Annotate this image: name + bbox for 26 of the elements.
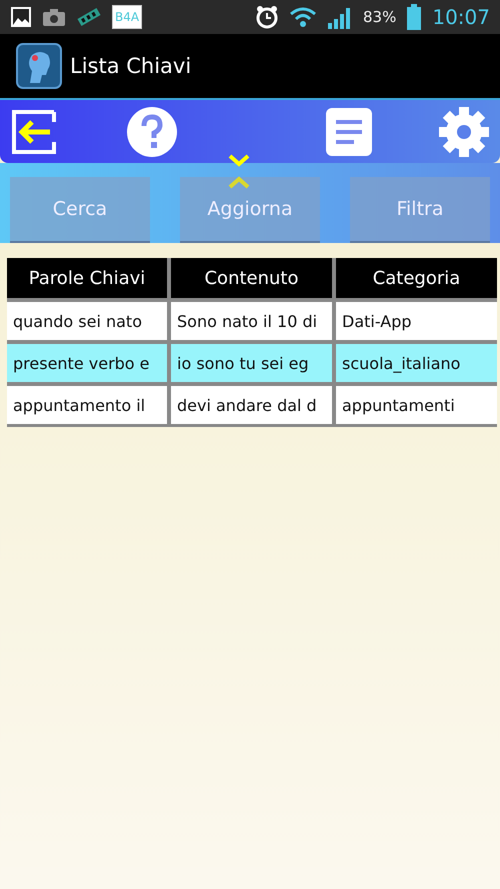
column-header: Parole Chiavi	[7, 258, 167, 298]
app-icon	[16, 43, 62, 89]
battery-percent: 83%	[363, 8, 396, 26]
table-cell[interactable]: io sono tu sei eg	[171, 344, 332, 382]
table-cell[interactable]: devi andare dal d	[171, 386, 332, 424]
help-icon[interactable]	[126, 106, 178, 158]
table-cell[interactable]: appuntamento il	[7, 386, 167, 424]
column-header: Contenuto	[171, 258, 332, 298]
table-cell[interactable]: appuntamenti	[336, 386, 497, 424]
column-header: Categoria	[336, 258, 497, 298]
table-cell[interactable]: quando sei nato	[7, 302, 167, 340]
table-cell[interactable]: presente verbo e	[7, 344, 167, 382]
settings-icon[interactable]	[438, 106, 490, 158]
table-cell[interactable]: Sono nato il 10 di	[171, 302, 332, 340]
wifi-icon	[289, 6, 318, 28]
app-badge: B4A	[112, 5, 142, 29]
battery-icon	[406, 4, 422, 30]
image-icon	[10, 6, 32, 28]
table-cell[interactable]: scuola_italiano	[336, 344, 497, 382]
table-cell[interactable]: Dati-App	[336, 302, 497, 340]
alarm-clock-icon	[255, 5, 280, 29]
exit-icon[interactable]	[10, 108, 58, 156]
clock-time: 10:07	[432, 5, 490, 29]
camera-icon	[42, 7, 66, 27]
document-icon[interactable]	[326, 108, 372, 156]
window-title: Lista Chiavi	[70, 54, 192, 78]
